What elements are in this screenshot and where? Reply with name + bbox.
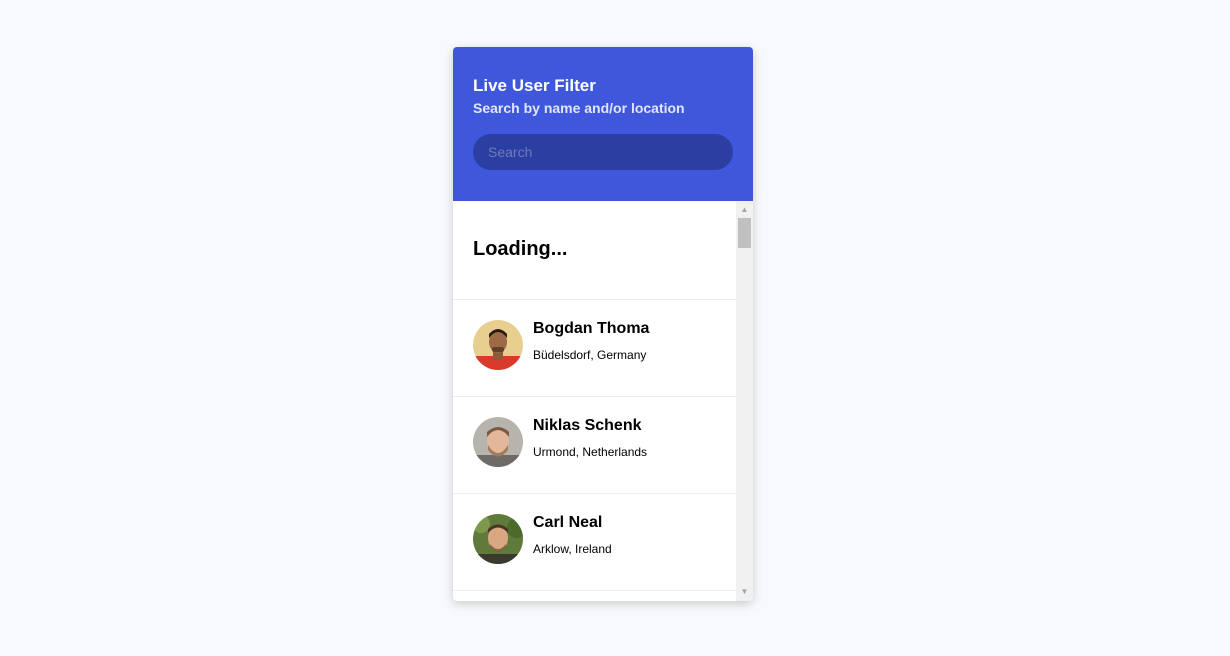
user-info: Bogdan Thoma Büdelsdorf, Germany [533,320,649,362]
avatar [473,320,523,370]
list-item: Bogdan Thoma Büdelsdorf, Germany [453,300,736,397]
user-info: Carl Neal Arklow, Ireland [533,514,612,556]
list-item: Carl Neal Arklow, Ireland [453,494,736,591]
user-name: Niklas Schenk [533,417,642,434]
scrollbar[interactable]: ▲ ▼ [736,201,753,601]
user-name: Bogdan Thoma [533,320,650,337]
scroll-down-arrow-icon[interactable]: ▼ [736,585,753,599]
user-filter-card: Live User Filter Search by name and/or l… [453,47,753,601]
user-list: Loading... Bogdan Thoma Büdelsdorf, Germ… [453,201,736,591]
list-item: Niklas Schenk Urmond, Netherlands [453,397,736,494]
search-input[interactable] [473,134,733,170]
avatar [473,417,523,467]
scrollbar-thumb[interactable] [738,218,751,248]
user-info: Niklas Schenk Urmond, Netherlands [533,417,647,459]
loading-item: Loading... [453,201,736,300]
user-location: Urmond, Netherlands [533,445,648,459]
loading-text: Loading... [473,238,568,260]
user-name: Carl Neal [533,514,603,531]
avatar [473,514,523,564]
page-title: Live User Filter [473,76,596,95]
page-subtitle: Search by name and/or location [473,100,685,116]
user-list-container: Loading... Bogdan Thoma Büdelsdorf, Germ… [453,201,753,601]
user-location: Büdelsdorf, Germany [533,348,647,362]
scroll-up-arrow-icon[interactable]: ▲ [736,203,753,217]
user-location: Arklow, Ireland [533,542,612,556]
card-header: Live User Filter Search by name and/or l… [453,47,753,201]
